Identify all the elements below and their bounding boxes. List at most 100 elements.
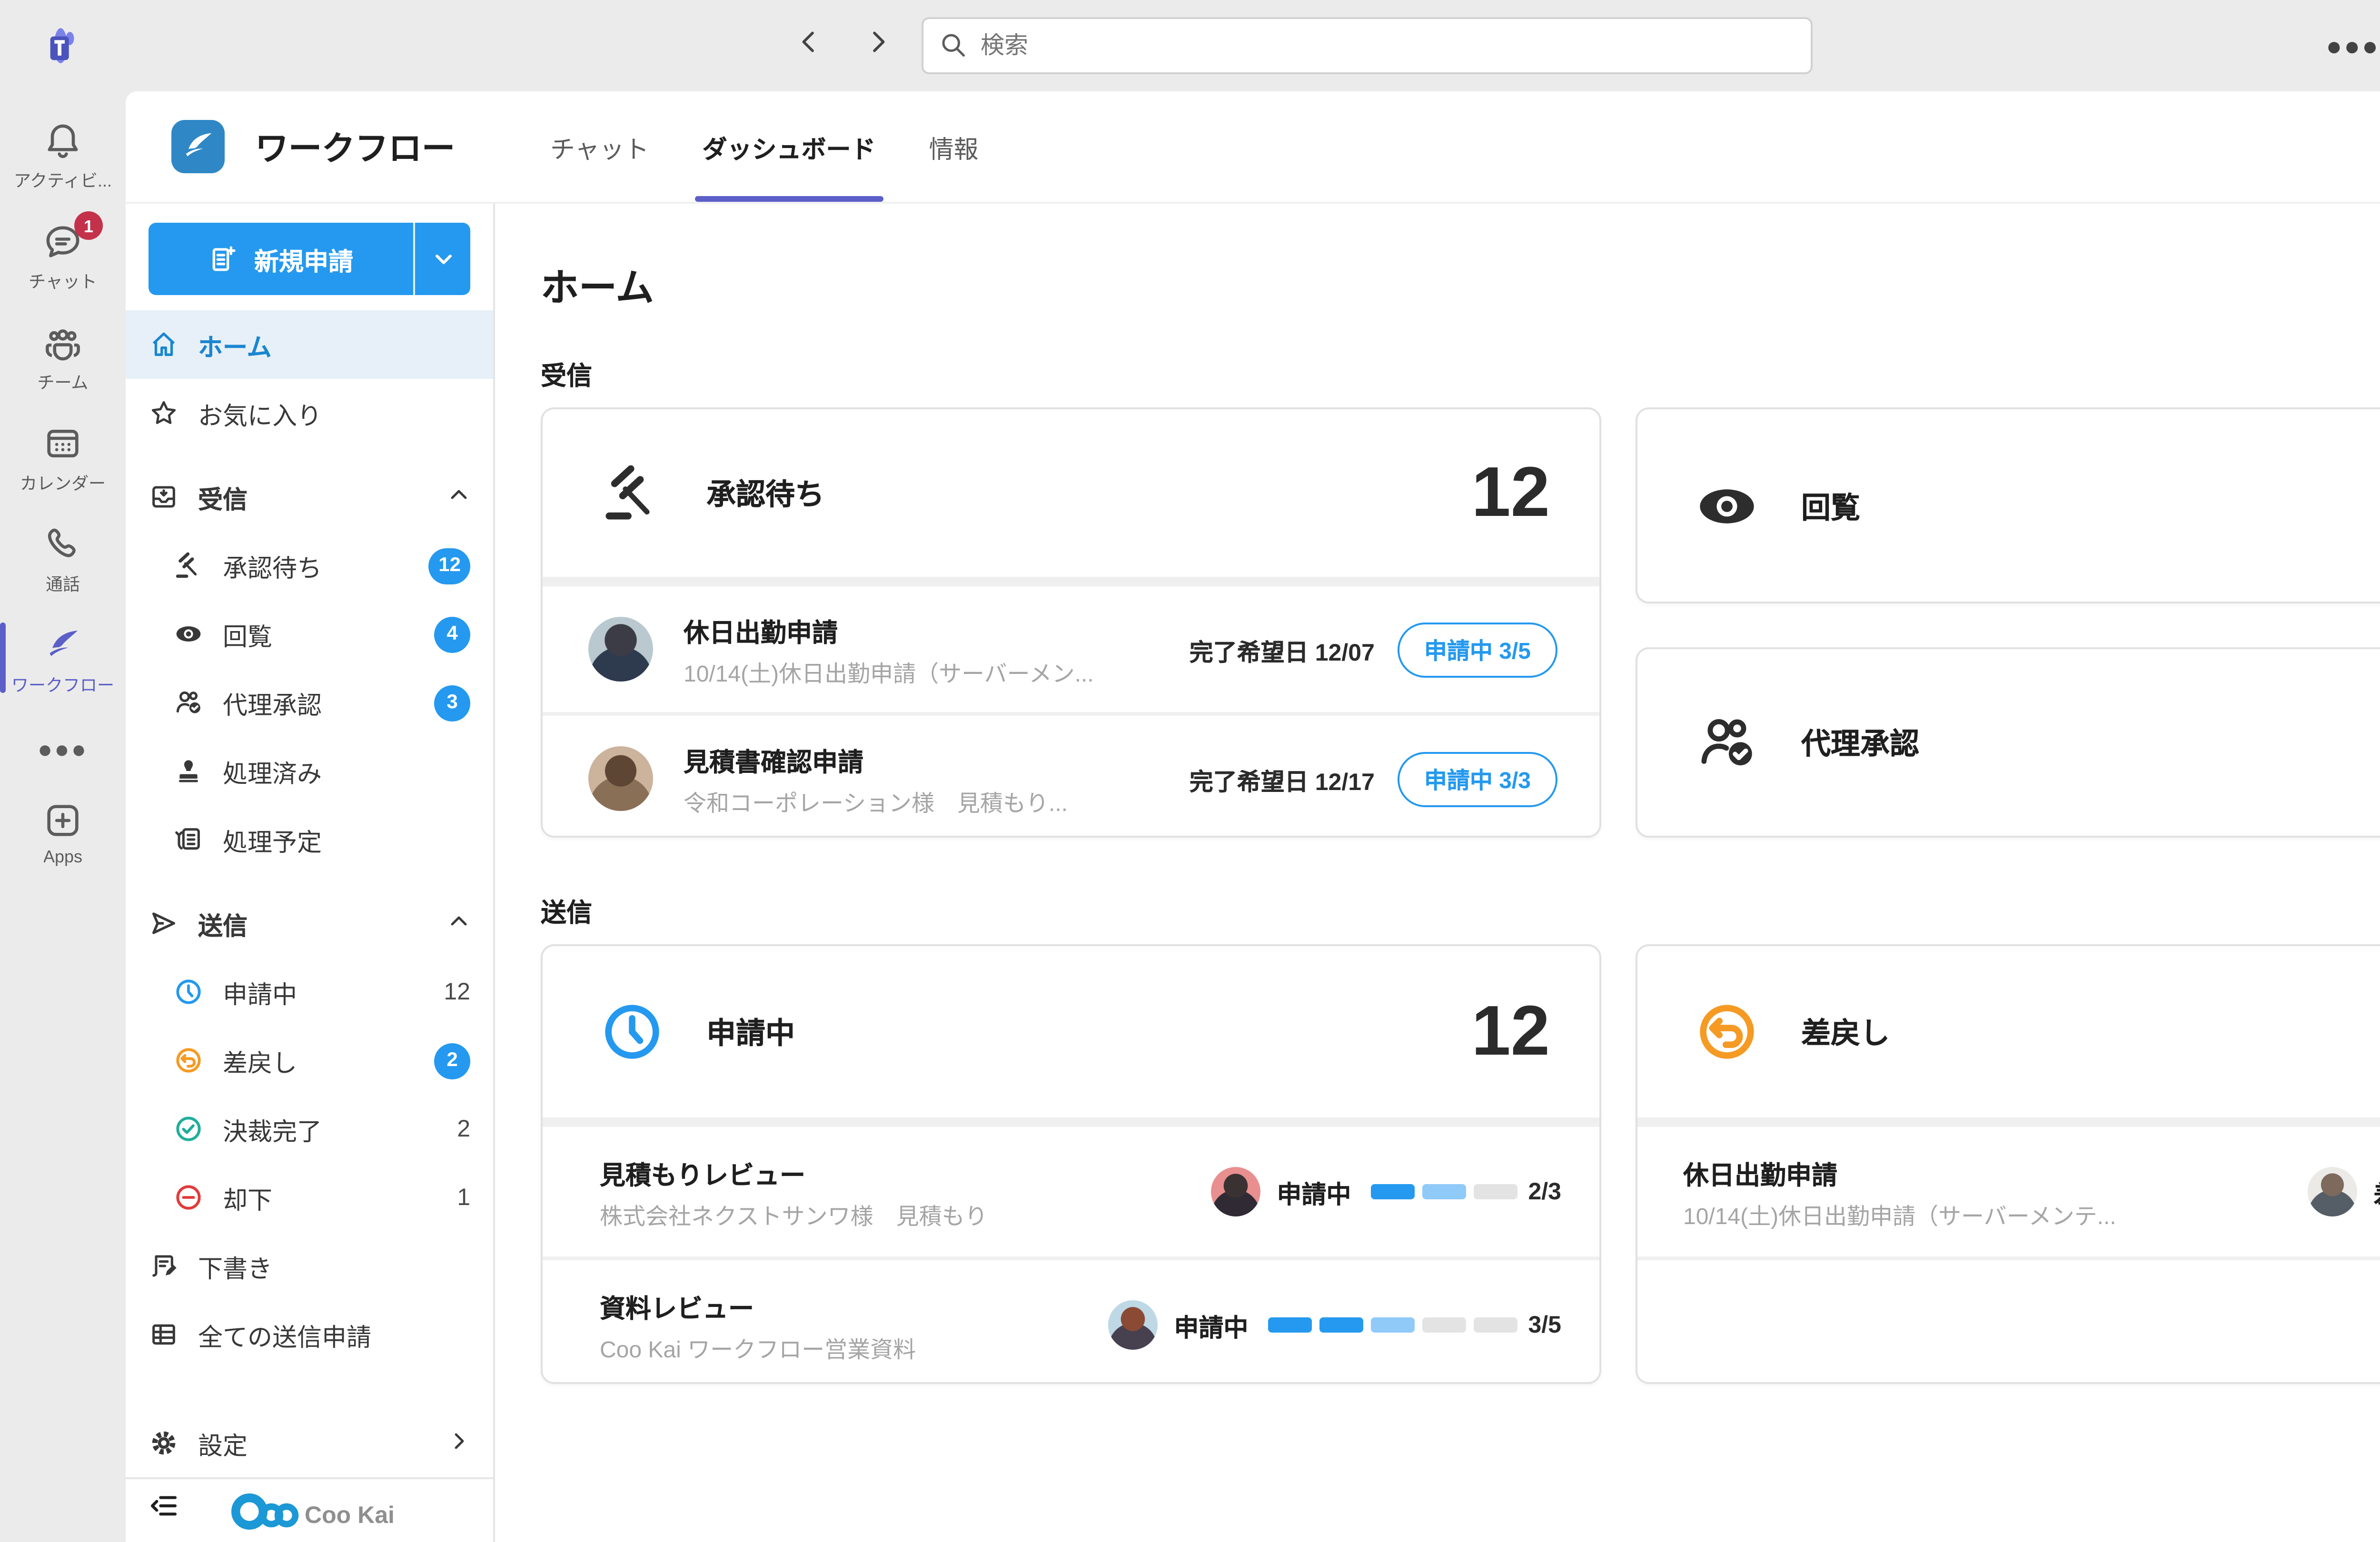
back-button[interactable] bbox=[796, 28, 823, 64]
rail-item-calendar[interactable]: カレンダー bbox=[0, 409, 126, 510]
tab-chat[interactable]: チャット bbox=[524, 91, 676, 202]
gavel-icon bbox=[600, 461, 664, 525]
sidebar-item-proxy-approval[interactable]: 代理承認 3 bbox=[126, 668, 493, 737]
rail-label: 通話 bbox=[46, 571, 80, 596]
request-title: 休日出勤申請 bbox=[684, 610, 1094, 648]
sidebar-item-circulation[interactable]: 回覧 4 bbox=[126, 600, 493, 668]
sidebar-footer: Coo Kai bbox=[126, 1477, 493, 1542]
rail-item-workflow[interactable]: ワークフロー bbox=[0, 611, 126, 712]
card-count: 12 bbox=[1471, 992, 1550, 1072]
sidebar-item-favorites[interactable]: お気に入り bbox=[126, 379, 493, 447]
collapse-sidebar-icon[interactable] bbox=[149, 1491, 179, 1531]
card-title: 申請中 bbox=[706, 1011, 795, 1053]
rail-more-icon[interactable]: ●●● bbox=[38, 712, 88, 786]
table-icon bbox=[149, 1319, 179, 1350]
app-tabs: チャット ダッシュボード 情報 bbox=[524, 91, 1005, 202]
avatar bbox=[588, 617, 653, 682]
request-subtitle: 10/14(土)休日出勤申請（サーバーメン... bbox=[684, 656, 1094, 688]
eye-icon bbox=[173, 619, 204, 649]
minus-circle-icon bbox=[173, 1182, 204, 1213]
chevron-right-icon bbox=[447, 1429, 470, 1457]
chevron-up-icon bbox=[447, 483, 470, 511]
user-check-icon bbox=[173, 687, 204, 718]
card-circulation[interactable]: 回覧 4 bbox=[1636, 407, 2380, 603]
card-applying: 申請中 12 見積もりレビュー 株式会社ネクストサンワ様 見積もり bbox=[541, 944, 1601, 1384]
sidebar-item-scheduled[interactable]: 処理予定 bbox=[126, 805, 493, 874]
apps-plus-icon bbox=[42, 800, 84, 841]
sidebar-item-processed[interactable]: 処理済み bbox=[126, 737, 493, 805]
request-subtitle: Coo Kai ワークフロー営業資料 bbox=[600, 1332, 916, 1364]
sidebar-item-settings[interactable]: 設定 bbox=[126, 1409, 493, 1477]
calendar-icon bbox=[42, 423, 84, 465]
sidebar-item-all-sent[interactable]: 全ての送信申請 bbox=[126, 1300, 493, 1369]
chevron-down-icon bbox=[431, 247, 454, 270]
rail-item-teams[interactable]: チーム bbox=[0, 308, 126, 409]
sidebar-item-returned[interactable]: 差戻し 2 bbox=[126, 1026, 493, 1095]
rail-label: ワークフロー bbox=[11, 672, 114, 697]
forward-button[interactable] bbox=[864, 28, 891, 64]
count-plain: 1 bbox=[457, 1184, 470, 1211]
tab-dashboard[interactable]: ダッシュボード bbox=[676, 91, 902, 202]
rail-item-chat[interactable]: 1 チャット bbox=[0, 208, 126, 308]
star-icon bbox=[149, 398, 179, 428]
new-request-button[interactable]: 新規申請 bbox=[149, 223, 413, 295]
sidebar-item-applying[interactable]: 申請中 12 bbox=[126, 958, 493, 1026]
card-returned: 差戻し 1 休日出勤申請 10/14(土)休日出勤申請（サーバーメンテ... bbox=[1636, 944, 2380, 1384]
new-request-split-button: 新規申請 bbox=[149, 223, 470, 295]
sidebar-item-completed[interactable]: 決裁完了 2 bbox=[126, 1095, 493, 1163]
list-item[interactable]: 見積書確認申請 令和コーポレーション様 見積もり... 完了希望日 12/17 … bbox=[543, 712, 1599, 838]
titlebar-more-icon[interactable]: ●●● bbox=[2326, 30, 2380, 61]
rail-label: Apps bbox=[43, 847, 82, 866]
search-box[interactable] bbox=[922, 17, 1813, 74]
card-proxy-approval[interactable]: 代理承認 3 bbox=[1636, 647, 2380, 838]
rail-label: カレンダー bbox=[20, 470, 106, 495]
eye-icon bbox=[1695, 473, 1759, 538]
inbox-icon bbox=[149, 482, 179, 512]
teams-window: ●●● ✓ — ✕ アクティビ... 1 チャット チーム bbox=[0, 0, 2380, 1542]
rail-item-apps[interactable]: Apps bbox=[0, 786, 126, 881]
search-input[interactable] bbox=[922, 17, 1813, 74]
home-icon bbox=[149, 329, 179, 360]
draft-pencil-icon bbox=[149, 1251, 179, 1281]
phone-icon bbox=[42, 524, 84, 565]
sidebar-group-sent[interactable]: 送信 bbox=[126, 889, 493, 958]
new-request-dropdown[interactable] bbox=[413, 223, 470, 295]
sidebar-item-home[interactable]: ホーム bbox=[126, 310, 493, 379]
stamp-icon bbox=[173, 756, 204, 786]
sidebar-item-approval-wait[interactable]: 承認待ち 12 bbox=[126, 531, 493, 600]
return-icon bbox=[173, 1045, 204, 1076]
sidebar-item-rejected[interactable]: 却下 1 bbox=[126, 1163, 493, 1232]
gavel-icon bbox=[173, 550, 204, 581]
workflow-feather-icon bbox=[42, 624, 84, 666]
status-pill: 申請中 3/3 bbox=[1398, 751, 1557, 806]
teams-people-icon bbox=[42, 322, 84, 364]
rail-item-calls[interactable]: 通話 bbox=[0, 510, 126, 611]
count-badge: 4 bbox=[434, 616, 470, 652]
sidebar-group-received[interactable]: 受信 bbox=[126, 463, 493, 531]
avatar bbox=[1107, 1300, 1157, 1350]
app-title: ワークフロー bbox=[255, 123, 455, 170]
send-icon bbox=[149, 908, 179, 939]
status-label: 申請中 bbox=[1174, 1307, 1248, 1343]
request-title: 休日出勤申請 bbox=[1683, 1153, 2116, 1191]
card-title: 差戻し bbox=[1801, 1011, 1890, 1053]
tab-info[interactable]: 情報 bbox=[902, 91, 1005, 202]
count-badge: 2 bbox=[434, 1042, 470, 1078]
list-item[interactable]: 見積もりレビュー 株式会社ネクストサンワ様 見積もり 申請中 2/3 bbox=[543, 1123, 1599, 1256]
list-item[interactable]: 資料レビュー Coo Kai ワークフロー営業資料 申請中 3/5 bbox=[543, 1256, 1599, 1384]
sidebar-item-drafts[interactable]: 下書き bbox=[126, 1232, 493, 1300]
rail-item-activity[interactable]: アクティビ... bbox=[0, 107, 126, 208]
feather-logo-icon bbox=[179, 128, 217, 166]
list-item[interactable]: 休日出勤申請 10/14(土)休日出勤申請（サーバーメンテ... 差戻し 3/3 bbox=[1637, 1123, 2380, 1256]
app-header: ワークフロー チャット ダッシュボード 情報 ●●● bbox=[126, 91, 2380, 204]
status-label: 申請中 bbox=[1277, 1174, 1351, 1210]
teams-rail: アクティビ... 1 チャット チーム カレンダー 通話 bbox=[0, 91, 126, 1542]
avatar bbox=[1210, 1167, 1259, 1216]
cookai-wordmark: Coo Kai bbox=[305, 1501, 395, 1527]
teams-logo-icon bbox=[40, 21, 89, 70]
avatar bbox=[588, 746, 653, 811]
active-indicator bbox=[0, 623, 6, 693]
list-item[interactable]: 休日出勤申請 10/14(土)休日出勤申請（サーバーメン... 完了希望日 12… bbox=[543, 583, 1599, 712]
card-title: 回覧 bbox=[1801, 484, 1860, 526]
request-title: 見積書確認申請 bbox=[684, 740, 1068, 778]
